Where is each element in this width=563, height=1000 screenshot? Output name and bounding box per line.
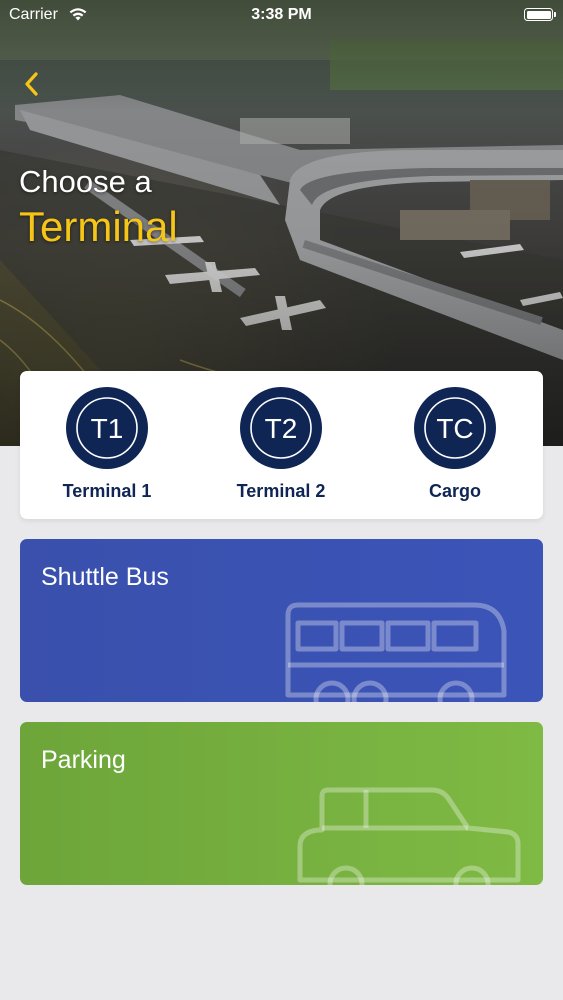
back-button[interactable] <box>20 70 48 100</box>
terminal-label: Cargo <box>428 481 481 501</box>
parking-card[interactable]: Parking <box>20 722 543 885</box>
parking-label: Parking <box>41 746 126 774</box>
terminal-option-cargo[interactable]: TC Cargo <box>395 387 515 502</box>
terminal-selector: T1 Terminal 1 T2 Terminal 2 TC Cargo <box>20 371 543 519</box>
terminal-code: T2 <box>265 413 298 444</box>
page-subtitle: Choose a <box>19 164 152 199</box>
terminal-option-t2[interactable]: T2 Terminal 2 <box>221 387 341 502</box>
terminal-badge: TC <box>414 387 496 469</box>
terminal-label: Terminal 1 <box>62 481 152 501</box>
terminal-option-t1[interactable]: T1 Terminal 1 <box>47 387 167 502</box>
bus-icon <box>285 602 507 702</box>
page-title: Terminal <box>19 203 178 250</box>
terminal-badge: T1 <box>66 387 148 469</box>
car-icon <box>297 787 521 885</box>
terminal-label: Terminal 2 <box>236 481 326 501</box>
status-time: 3:38 PM <box>251 6 312 23</box>
terminal-badge: T2 <box>240 387 322 469</box>
battery-icon <box>524 8 556 21</box>
shuttle-bus-label: Shuttle Bus <box>41 563 169 591</box>
chevron-left-icon <box>25 72 38 96</box>
terminal-code: TC <box>436 413 473 444</box>
shuttle-bus-card[interactable]: Shuttle Bus <box>20 539 543 702</box>
status-bar: Carrier 3:38 PM <box>0 0 563 30</box>
terminal-code: T1 <box>91 413 124 444</box>
